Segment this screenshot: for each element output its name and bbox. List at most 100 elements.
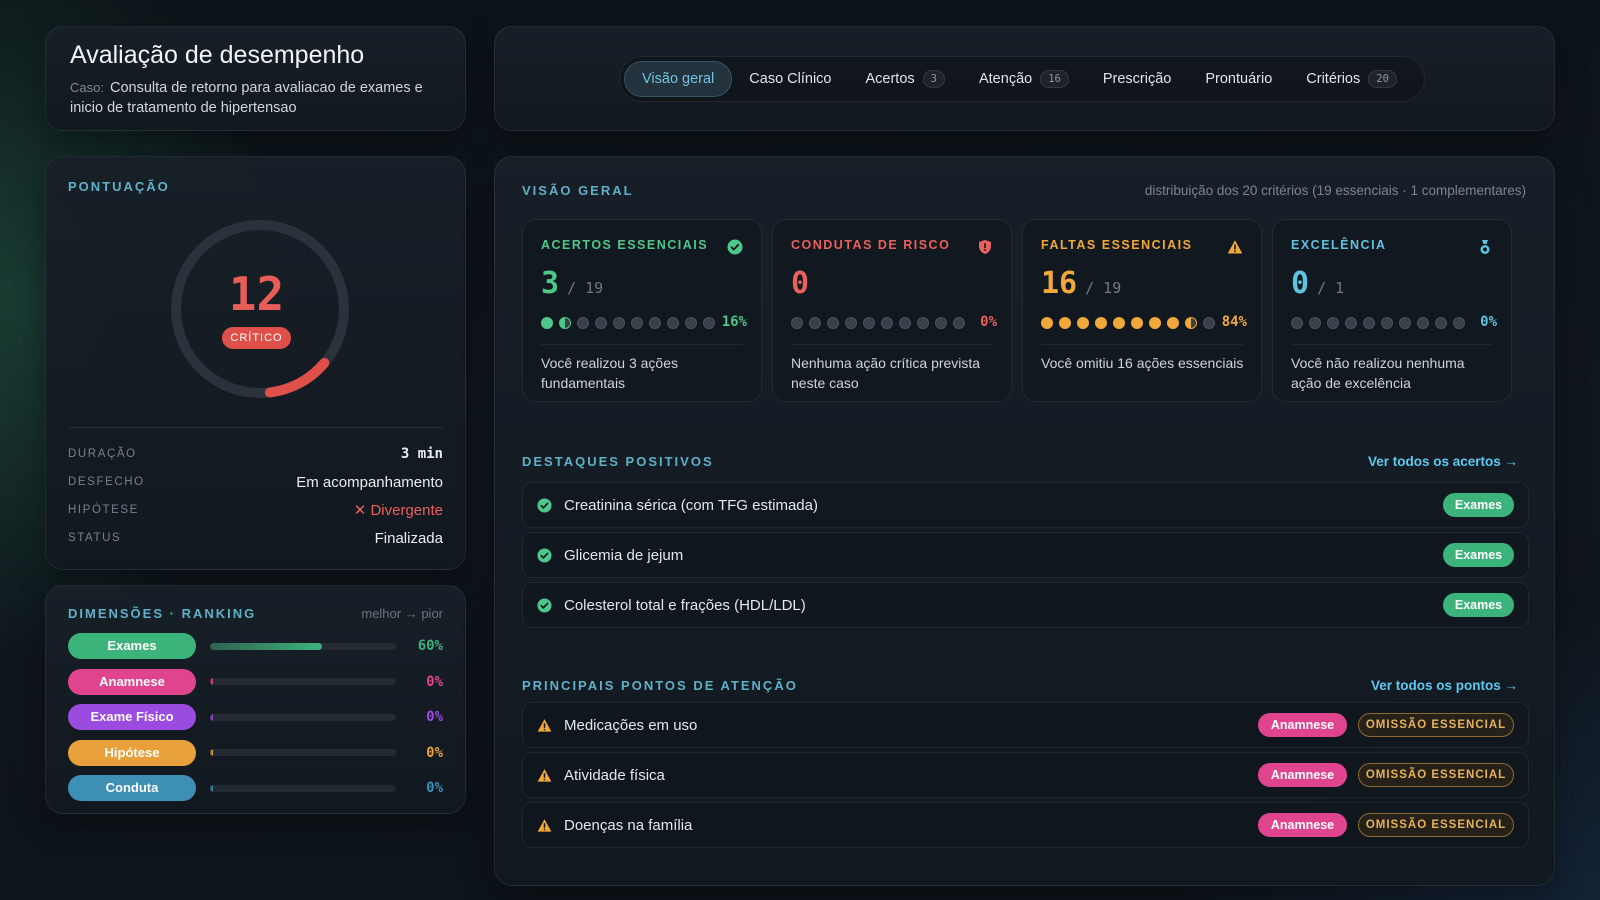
score-card: PONTUAÇÃO 12 CRÍTICO DURAÇÃO 3 min DESFEC… bbox=[45, 156, 466, 570]
progress-dot bbox=[703, 317, 715, 329]
progress-dot bbox=[1363, 317, 1375, 329]
tab-count-badge: 3 bbox=[922, 70, 945, 88]
dimension-row: Exame Físico 0% bbox=[68, 704, 443, 730]
progress-dot bbox=[685, 317, 697, 329]
category-tag: Anamnese bbox=[1258, 713, 1347, 737]
detail-outcome: DESFECHO Em acompanhamento bbox=[68, 468, 443, 496]
metric-card: EXCELÊNCIA 0 / 1 0% Você não realizou nenhum… bbox=[1272, 219, 1512, 402]
metric-value-group: 3 / 19 bbox=[541, 266, 603, 301]
detail-key: STATUS bbox=[68, 532, 122, 544]
tab-label: Critérios bbox=[1306, 71, 1361, 87]
dimension-row: Exames 60% bbox=[68, 633, 443, 659]
dimension-bar-fill bbox=[210, 749, 213, 756]
progress-dot bbox=[667, 317, 679, 329]
check-circle-icon bbox=[537, 597, 552, 613]
dimension-pill: Anamnese bbox=[68, 668, 196, 695]
progress-dot bbox=[1399, 317, 1411, 329]
metric-description: Você realizou 3 ações fundamentais bbox=[541, 355, 678, 391]
dimension-percent: 0% bbox=[426, 744, 443, 761]
metric-description: Você omitiu 16 ações essenciais bbox=[1041, 355, 1244, 371]
dimension-percent: 60% bbox=[417, 638, 443, 654]
metric-card: ACERTOS ESSENCIAIS 3 / 19 16% Você realizou … bbox=[522, 219, 762, 402]
omission-tag: OMISSÃO ESSENCIAL bbox=[1358, 813, 1514, 837]
metric-description: Você não realizou nenhuma ação de excelê… bbox=[1291, 355, 1465, 391]
detail-key: HIPÓTESE bbox=[68, 504, 139, 516]
progress-dot bbox=[935, 317, 947, 329]
progress-dot bbox=[613, 317, 625, 329]
dimension-bar bbox=[210, 749, 396, 756]
progress-dot bbox=[1291, 317, 1303, 329]
progress-dot bbox=[1185, 317, 1197, 329]
attention-row[interactable]: Atividade física Anamnese OMISSÃO ESSENCIA… bbox=[522, 752, 1529, 798]
tab-label: Atenção bbox=[978, 71, 1033, 87]
tab-count-badge: 20 bbox=[1368, 70, 1397, 88]
detail-hypothesis: HIPÓTESE ✕ Divergente bbox=[68, 496, 443, 524]
score-status-badge: CRÍTICO bbox=[222, 327, 291, 349]
detail-value: ✕ Divergente bbox=[353, 502, 443, 519]
attention-row[interactable]: Medicações em uso Anamnese OMISSÃO ESSENCI… bbox=[522, 702, 1529, 748]
metric-value-group: 0 bbox=[791, 266, 817, 301]
attention-label: Medicações em uso bbox=[564, 716, 698, 734]
metric-title: CONDUTAS DE RISCO bbox=[791, 238, 951, 252]
case-label: Caso: bbox=[70, 80, 104, 95]
divider bbox=[1041, 344, 1243, 345]
tab-atencao[interactable]: Atenção 16 bbox=[962, 61, 1086, 97]
shield-alert-icon bbox=[977, 239, 993, 255]
highlight-label: Creatinina sérica (com TFG estimada) bbox=[564, 496, 818, 514]
tab-label: Prescrição bbox=[1102, 71, 1172, 87]
progress-dot bbox=[1095, 317, 1107, 329]
progress-dot bbox=[809, 317, 821, 329]
dimension-pill: Conduta bbox=[68, 775, 196, 801]
progress-dot bbox=[1203, 317, 1215, 329]
progress-dot bbox=[631, 317, 643, 329]
progress-dot bbox=[559, 317, 571, 329]
highlight-row[interactable]: Colesterol total e frações (HDL/LDL) Exam… bbox=[522, 582, 1529, 628]
tab-caso-clinico[interactable]: Caso Clínico bbox=[732, 61, 848, 97]
metric-description: Nenhuma ação crítica prevista neste caso bbox=[791, 355, 981, 391]
dimension-bar bbox=[210, 784, 396, 792]
tab-label: Prontuário bbox=[1205, 71, 1273, 87]
tab-acertos[interactable]: Acertos 3 bbox=[848, 61, 962, 97]
dimension-percent: 0% bbox=[426, 709, 443, 725]
tab-prescricao[interactable]: Prescrição bbox=[1086, 61, 1189, 97]
metric-total: / 19 bbox=[567, 279, 604, 297]
check-circle-icon bbox=[537, 497, 552, 513]
progress-dot bbox=[595, 317, 607, 329]
dimension-bar bbox=[210, 678, 396, 685]
highlight-row[interactable]: Glicemia de jejum Exames bbox=[522, 532, 1529, 578]
highlights-title: DESTAQUES POSITIVOS bbox=[522, 454, 714, 469]
tab-criterios[interactable]: Critérios 20 bbox=[1289, 61, 1414, 97]
overview-subtitle: distribuição dos 20 critérios (19 essenc… bbox=[1144, 183, 1526, 198]
ranking-order-hint: melhor → pior bbox=[361, 606, 443, 621]
see-all-hits-link[interactable]: Ver todos os acertos → bbox=[1368, 454, 1518, 469]
attention-label: Atividade física bbox=[564, 766, 665, 784]
progress-dot bbox=[863, 317, 875, 329]
omission-tag: OMISSÃO ESSENCIAL bbox=[1358, 713, 1514, 737]
attention-label: Doenças na família bbox=[564, 816, 693, 834]
metric-value: 16 bbox=[1041, 266, 1078, 301]
tab-visao-geral[interactable]: Visão geral bbox=[624, 61, 733, 97]
tab-bar: Visão geral Caso Clínico Acertos 3 Atençã… bbox=[619, 56, 1425, 102]
warning-icon bbox=[537, 768, 552, 783]
detail-value: 3 min bbox=[400, 446, 443, 462]
tab-prontuario[interactable]: Prontuário bbox=[1188, 61, 1289, 97]
progress-dot bbox=[1041, 317, 1053, 329]
metric-dots bbox=[1291, 317, 1465, 329]
see-all-points-link[interactable]: Ver todos os pontos → bbox=[1371, 678, 1518, 693]
dimension-bar-fill bbox=[210, 713, 213, 721]
metric-value: 0 bbox=[1291, 266, 1310, 301]
metric-total: / 19 bbox=[1085, 279, 1122, 297]
progress-dot bbox=[881, 317, 893, 329]
divider bbox=[1291, 344, 1493, 345]
progress-dot bbox=[1309, 317, 1321, 329]
progress-dot bbox=[1149, 317, 1161, 329]
dimensions-card: DIMENSÕES · RANKING melhor → pior Exames… bbox=[45, 585, 466, 814]
tab-label: Caso Clínico bbox=[749, 71, 832, 87]
detail-duration: DURAÇÃO 3 min bbox=[68, 440, 443, 468]
progress-dot bbox=[1327, 317, 1339, 329]
attention-row[interactable]: Doenças na família Anamnese OMISSÃO ESSENC… bbox=[522, 802, 1529, 848]
dimension-bar-fill bbox=[210, 642, 322, 650]
highlight-row[interactable]: Creatinina sérica (com TFG estimada) Exam… bbox=[522, 482, 1529, 528]
warning-icon bbox=[537, 718, 552, 733]
dimension-bar bbox=[210, 713, 396, 721]
